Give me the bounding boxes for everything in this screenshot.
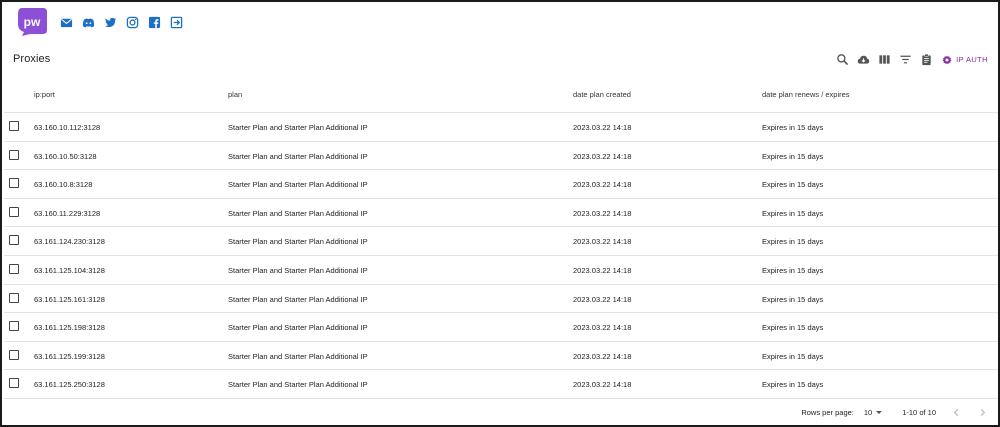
cell-date-created: 2023.03.22 14:18 — [573, 380, 632, 390]
cell-date-created: 2023.03.22 14:18 — [573, 151, 632, 161]
cell-plan: Starter Plan and Starter Plan Additional… — [228, 123, 368, 132]
mail-icon[interactable] — [60, 16, 73, 29]
column-header-date-renews[interactable]: date plan renews / expires — [762, 90, 850, 99]
cell-plan: Starter Plan and Starter Plan Additional… — [228, 180, 368, 190]
logo-text: pw — [24, 15, 41, 29]
filter-icon[interactable] — [898, 52, 913, 67]
gear-icon — [942, 55, 952, 64]
cell-date-created: 2023.03.22 14:18 — [573, 294, 632, 304]
row-checkbox[interactable] — [9, 149, 19, 160]
ip-auth-button[interactable]: IP AUTH — [942, 55, 988, 65]
row-checkbox[interactable] — [9, 349, 19, 360]
table-toolbar: IP AUTH — [829, 52, 988, 67]
chevron-right-icon — [980, 408, 985, 416]
column-header-plan[interactable]: plan — [228, 90, 242, 99]
row-checkbox[interactable] — [9, 263, 19, 274]
rows-per-page-select[interactable]: 10 — [863, 407, 883, 417]
proxies-table: ip:port plan date plan created date plan… — [4, 76, 998, 399]
cell-date-created: 2023.03.22 14:18 — [573, 237, 632, 247]
row-checkbox[interactable] — [9, 178, 19, 189]
row-checkbox[interactable] — [9, 235, 19, 246]
pagination: Rows per page: 10 1-10 of 10 — [801, 406, 988, 418]
cell-date-created: 2023.03.22 14:18 — [573, 323, 632, 333]
next-page-button[interactable] — [976, 406, 988, 418]
ip-auth-label: IP AUTH — [956, 55, 988, 64]
cell-ip-port: 63.161.125.198:3128 — [34, 323, 105, 333]
table-row[interactable]: 63.160.11.229:3128 Starter Plan and Star… — [4, 199, 998, 228]
app-window: pw Proxies IP AUTH ip:port plan date pla… — [0, 0, 1000, 427]
cell-plan: Starter Plan and Starter Plan Additional… — [228, 323, 368, 333]
cell-expires: Expires in 15 days — [762, 208, 824, 218]
chevron-down-icon — [876, 410, 883, 414]
table-row[interactable]: 63.161.125.250:3128 Starter Plan and Sta… — [4, 370, 998, 399]
cell-date-created: 2023.03.22 14:18 — [573, 351, 632, 361]
cell-expires: Expires in 15 days — [762, 351, 824, 361]
cell-ip-port: 63.161.125.199:3128 — [34, 351, 105, 361]
row-checkbox[interactable] — [9, 321, 19, 332]
cell-ip-port: 63.160.10.50:3128 — [34, 151, 97, 161]
rows-per-page-value: 10 — [863, 407, 873, 417]
rows-per-page-label: Rows per page: — [801, 407, 854, 417]
cell-date-created: 2023.03.22 14:18 — [573, 180, 632, 190]
facebook-icon[interactable] — [148, 16, 161, 29]
cell-plan: Starter Plan and Starter Plan Additional… — [228, 380, 368, 390]
clipboard-icon[interactable] — [919, 52, 934, 67]
cell-ip-port: 63.160.10.8:3128 — [34, 180, 93, 190]
social-links — [60, 16, 183, 29]
cell-plan: Starter Plan and Starter Plan Additional… — [228, 351, 368, 361]
row-checkbox[interactable] — [9, 121, 19, 131]
cell-date-created: 2023.03.22 14:18 — [573, 208, 632, 218]
column-header-date-created[interactable]: date plan created — [573, 90, 631, 99]
cell-plan: Starter Plan and Starter Plan Additional… — [228, 265, 368, 275]
table-row[interactable]: 63.161.125.199:3128 Starter Plan and Sta… — [4, 342, 998, 371]
table-row[interactable]: 63.160.10.50:3128 Starter Plan and Start… — [4, 142, 998, 171]
table-row[interactable]: 63.161.125.104:3128 Starter Plan and Sta… — [4, 256, 998, 285]
row-checkbox[interactable] — [9, 378, 19, 389]
cell-ip-port: 63.161.125.104:3128 — [34, 265, 105, 275]
chevron-left-icon — [953, 408, 958, 416]
cell-plan: Starter Plan and Starter Plan Additional… — [228, 208, 368, 218]
cell-expires: Expires in 15 days — [762, 380, 824, 390]
cell-ip-port: 63.160.10.112:3128 — [34, 123, 101, 132]
row-checkbox[interactable] — [9, 206, 19, 217]
table-row[interactable]: 63.161.124.230:3128 Starter Plan and Sta… — [4, 227, 998, 256]
search-icon[interactable] — [835, 52, 850, 67]
top-bar: pw — [16, 6, 183, 36]
cell-expires: Expires in 15 days — [762, 323, 824, 333]
row-checkbox[interactable] — [9, 292, 19, 303]
table-row[interactable]: 63.161.125.161:3128 Starter Plan and Sta… — [4, 285, 998, 314]
cell-ip-port: 63.160.11.229:3128 — [34, 208, 101, 218]
column-header-ip-port[interactable]: ip:port — [34, 90, 55, 99]
cell-ip-port: 63.161.124.230:3128 — [34, 237, 105, 247]
table-row[interactable]: 63.161.125.198:3128 Starter Plan and Sta… — [4, 313, 998, 342]
cell-expires: Expires in 15 days — [762, 265, 824, 275]
cell-ip-port: 63.161.125.161:3128 — [34, 294, 105, 304]
cell-date-created: 2023.03.22 14:18 — [573, 123, 632, 132]
table-header: ip:port plan date plan created date plan… — [4, 76, 998, 113]
cell-expires: Expires in 15 days — [762, 123, 824, 132]
cell-plan: Starter Plan and Starter Plan Additional… — [228, 151, 368, 161]
cloud-download-icon[interactable] — [856, 52, 871, 67]
cell-expires: Expires in 15 days — [762, 294, 824, 304]
instagram-icon[interactable] — [126, 16, 139, 29]
table-row[interactable]: 63.160.10.8:3128 Starter Plan and Starte… — [4, 170, 998, 199]
twitter-icon[interactable] — [104, 16, 117, 29]
view-columns-icon[interactable] — [877, 52, 892, 67]
previous-page-button[interactable] — [950, 406, 962, 418]
discord-icon[interactable] — [82, 16, 95, 29]
cell-plan: Starter Plan and Starter Plan Additional… — [228, 294, 368, 304]
cell-expires: Expires in 15 days — [762, 180, 824, 190]
cell-expires: Expires in 15 days — [762, 237, 824, 247]
cell-ip-port: 63.161.125.250:3128 — [34, 380, 105, 390]
pagination-range: 1-10 of 10 — [902, 407, 936, 417]
logout-icon[interactable] — [170, 16, 183, 29]
cell-plan: Starter Plan and Starter Plan Additional… — [228, 237, 368, 247]
brand-logo[interactable]: pw — [16, 6, 48, 36]
page-title: Proxies — [13, 53, 51, 65]
table-row[interactable]: 63.160.10.112:3128 Starter Plan and Star… — [4, 113, 998, 142]
cell-expires: Expires in 15 days — [762, 151, 824, 161]
cell-date-created: 2023.03.22 14:18 — [573, 265, 632, 275]
